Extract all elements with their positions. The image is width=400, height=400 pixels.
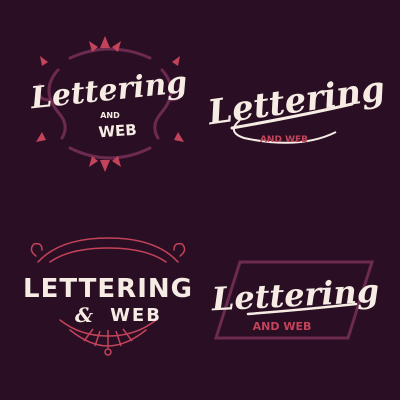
logo-1: Lettering AND WEB bbox=[28, 36, 189, 172]
logo-3-subtitle: WEB bbox=[110, 305, 162, 326]
logo-2-title: Lettering bbox=[205, 69, 388, 134]
logo-3-amp: & bbox=[75, 303, 93, 327]
sunburst-icon bbox=[83, 328, 133, 348]
logo-2-subtitle: AND WEB bbox=[260, 135, 308, 145]
logo-4-title: Lettering bbox=[210, 272, 380, 319]
logo-1-subtitle: WEB bbox=[98, 121, 137, 142]
logo-sheet: Lettering AND WEB Lettering AND WEB LETT… bbox=[0, 0, 400, 400]
logo-3: LETTERING & WEB bbox=[23, 237, 193, 356]
logo-artwork: Lettering AND WEB Lettering AND WEB LETT… bbox=[23, 36, 388, 356]
logo-4: Lettering AND WEB bbox=[210, 260, 380, 340]
logo-4-subtitle: AND WEB bbox=[253, 320, 312, 333]
logo-1-and: AND bbox=[100, 111, 120, 120]
logo-2: Lettering AND WEB bbox=[205, 69, 388, 145]
logo-3-title: LETTERING bbox=[23, 274, 193, 304]
